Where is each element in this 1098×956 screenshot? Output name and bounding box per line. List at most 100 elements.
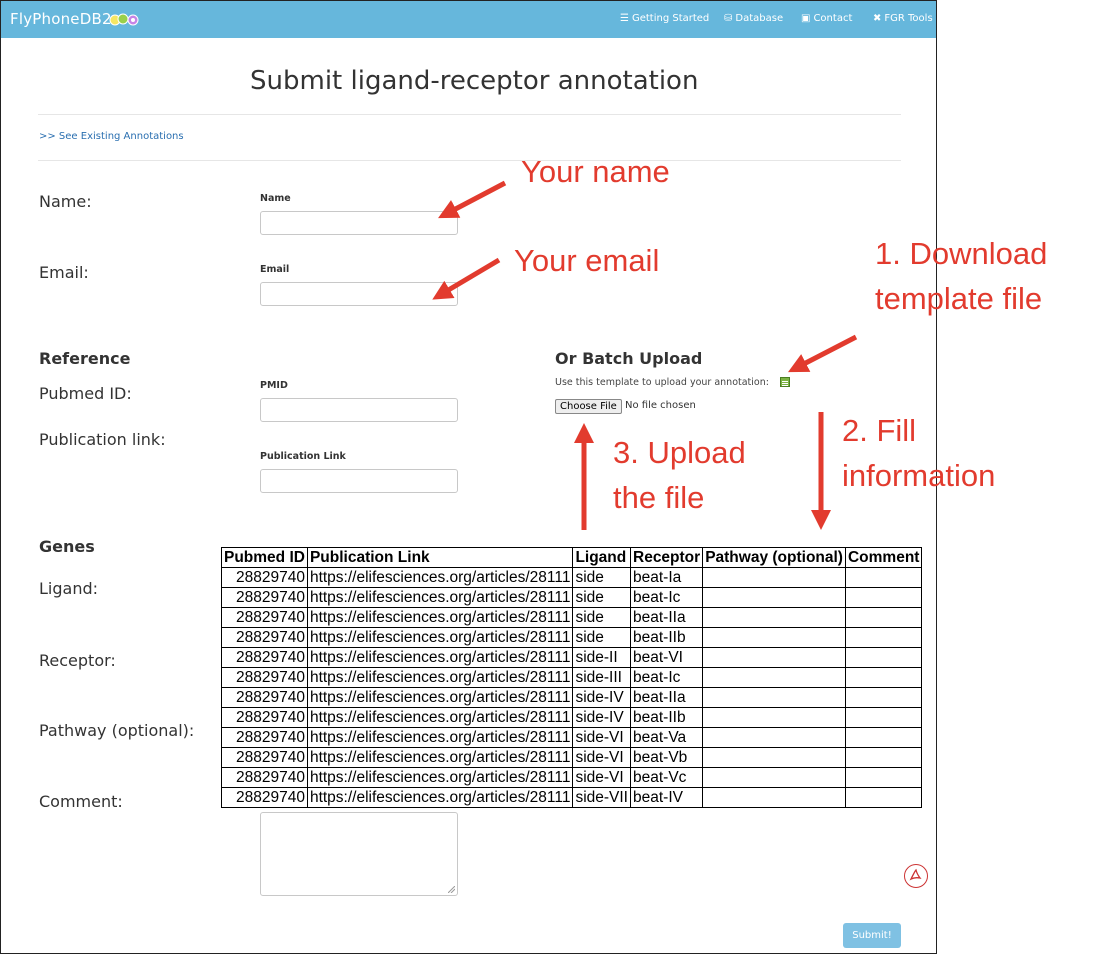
brand-logo[interactable]: FlyPhoneDB2 <box>10 10 112 28</box>
divider <box>38 160 901 161</box>
nav-label: Contact <box>813 13 853 24</box>
nav-fgr-tools[interactable]: ✖ FGR Tools <box>873 13 933 24</box>
table-cell: 28829740 <box>221 727 308 748</box>
tools-icon: ✖ <box>873 13 882 24</box>
table-cell: https://elifesciences.org/articles/28111 <box>306 667 574 688</box>
see-existing-annotations-link[interactable]: >> See Existing Annotations <box>39 131 184 142</box>
nav-getting-started[interactable]: ☰ Getting Started <box>620 13 709 24</box>
table-cell: 28829740 <box>221 667 308 688</box>
annotation-step2-line2: information <box>842 458 996 493</box>
table-cell: beat-Ic <box>629 667 704 688</box>
table-cell: 28829740 <box>221 587 308 608</box>
submit-button[interactable]: Submit! <box>843 923 901 948</box>
table-cell <box>844 767 923 788</box>
table-cell: 28829740 <box>221 767 308 788</box>
table-cell <box>844 707 923 728</box>
table-cell: side <box>572 607 631 628</box>
table-cell: https://elifesciences.org/articles/28111 <box>306 587 574 608</box>
table-cell: 28829740 <box>221 707 308 728</box>
annotation-step3-line2: the file <box>613 480 705 515</box>
publication-link-input[interactable] <box>260 469 458 493</box>
column-header: Receptor <box>629 547 704 568</box>
publication-link-field-label: Publication Link <box>260 451 346 462</box>
table-cell: beat-Vc <box>629 767 704 788</box>
table-row: 28829740 https://elifesciences.org/articl… <box>221 787 923 808</box>
name-label: Name: <box>39 192 92 211</box>
table-cell: https://elifesciences.org/articles/28111 <box>306 747 574 768</box>
table-row: 28829740 https://elifesciences.org/articl… <box>221 667 923 688</box>
table-cell <box>702 667 846 688</box>
table-cell: beat-Vb <box>629 747 704 768</box>
table-cell <box>702 607 846 628</box>
table-cell <box>702 587 846 608</box>
table-row: 28829740 https://elifesciences.org/articl… <box>221 627 923 648</box>
table-cell: side <box>572 627 631 648</box>
column-header: Publication Link <box>306 547 574 568</box>
table-cell: side <box>572 587 631 608</box>
annotation-step1-line2: template file <box>875 281 1043 316</box>
batch-upload-heading: Or Batch Upload <box>555 349 703 368</box>
table-cell: https://elifesciences.org/articles/28111 <box>306 787 574 808</box>
name-field-label: Name <box>260 193 291 204</box>
table-cell: https://elifesciences.org/articles/28111 <box>306 687 574 708</box>
nav-label: Getting Started <box>631 13 710 24</box>
table-cell: beat-IIb <box>629 707 704 728</box>
email-input[interactable] <box>260 282 458 306</box>
table-cell: side <box>572 567 631 588</box>
table-cell <box>702 767 846 788</box>
choose-file-button[interactable]: Choose File <box>555 399 622 414</box>
table-cell <box>844 727 923 748</box>
table-cell: beat-Ia <box>629 567 704 588</box>
column-header: Comment <box>844 547 923 568</box>
pdf-glyph-icon <box>909 868 922 881</box>
table-cell <box>844 667 923 688</box>
table-cell: side-VI <box>572 747 631 768</box>
table-cell <box>844 627 923 648</box>
table-cell: 28829740 <box>221 687 308 708</box>
resize-grip-icon[interactable] <box>448 886 455 893</box>
list-icon: ☰ <box>620 13 629 24</box>
name-input[interactable] <box>260 211 458 235</box>
table-cell: 28829740 <box>221 607 308 628</box>
reference-heading: Reference <box>39 349 131 368</box>
table-cell: https://elifesciences.org/articles/28111 <box>306 727 574 748</box>
table-row: 28829740 https://elifesciences.org/articl… <box>221 687 923 708</box>
pmid-field-label: PMID <box>260 380 288 391</box>
nav-label: FGR Tools <box>884 13 933 24</box>
nav-contact[interactable]: ▣ Contact <box>801 13 852 24</box>
table-cell: https://elifesciences.org/articles/28111 <box>306 627 574 648</box>
table-cell <box>844 607 923 628</box>
table-cell: side-II <box>572 647 631 668</box>
browser-frame <box>0 0 937 954</box>
divider <box>38 114 901 115</box>
annotation-your-email: Your email <box>514 243 660 278</box>
column-header: Pubmed ID <box>221 547 308 568</box>
publication-link-label: Publication link: <box>39 430 166 449</box>
email-label: Email: <box>39 263 89 282</box>
pathway-label: Pathway (optional): <box>39 721 195 740</box>
nav-database[interactable]: ⛁ Database <box>724 13 783 24</box>
table-cell: beat-IIb <box>629 627 704 648</box>
table-cell <box>844 747 923 768</box>
pdf-icon[interactable] <box>904 864 928 888</box>
table-cell: 28829740 <box>221 627 308 648</box>
spreadsheet-icon[interactable] <box>780 377 790 387</box>
table-cell <box>844 687 923 708</box>
table-row: 28829740 https://elifesciences.org/articl… <box>221 707 923 728</box>
table-cell: 28829740 <box>221 747 308 768</box>
table-cell: https://elifesciences.org/articles/28111 <box>306 607 574 628</box>
table-cell <box>702 627 846 648</box>
pmid-input[interactable] <box>260 398 458 422</box>
template-hint: Use this template to upload your annotat… <box>555 377 769 388</box>
navbar: FlyPhoneDB2 ☰ Getting Started ⛁ Database… <box>1 1 936 38</box>
database-icon: ⛁ <box>724 13 733 24</box>
pubmed-id-label: Pubmed ID: <box>39 384 132 403</box>
table-cell: 28829740 <box>221 567 308 588</box>
table-header-row: Pubmed ID Publication Link Ligand Recept… <box>221 547 923 568</box>
table-row: 28829740 https://elifesciences.org/articl… <box>221 567 923 588</box>
table-cell: https://elifesciences.org/articles/28111 <box>306 647 574 668</box>
table-cell <box>702 747 846 768</box>
comment-textarea[interactable] <box>260 812 458 896</box>
table-cell: side-VII <box>572 787 631 808</box>
table-row: 28829740 https://elifesciences.org/articl… <box>221 727 923 748</box>
